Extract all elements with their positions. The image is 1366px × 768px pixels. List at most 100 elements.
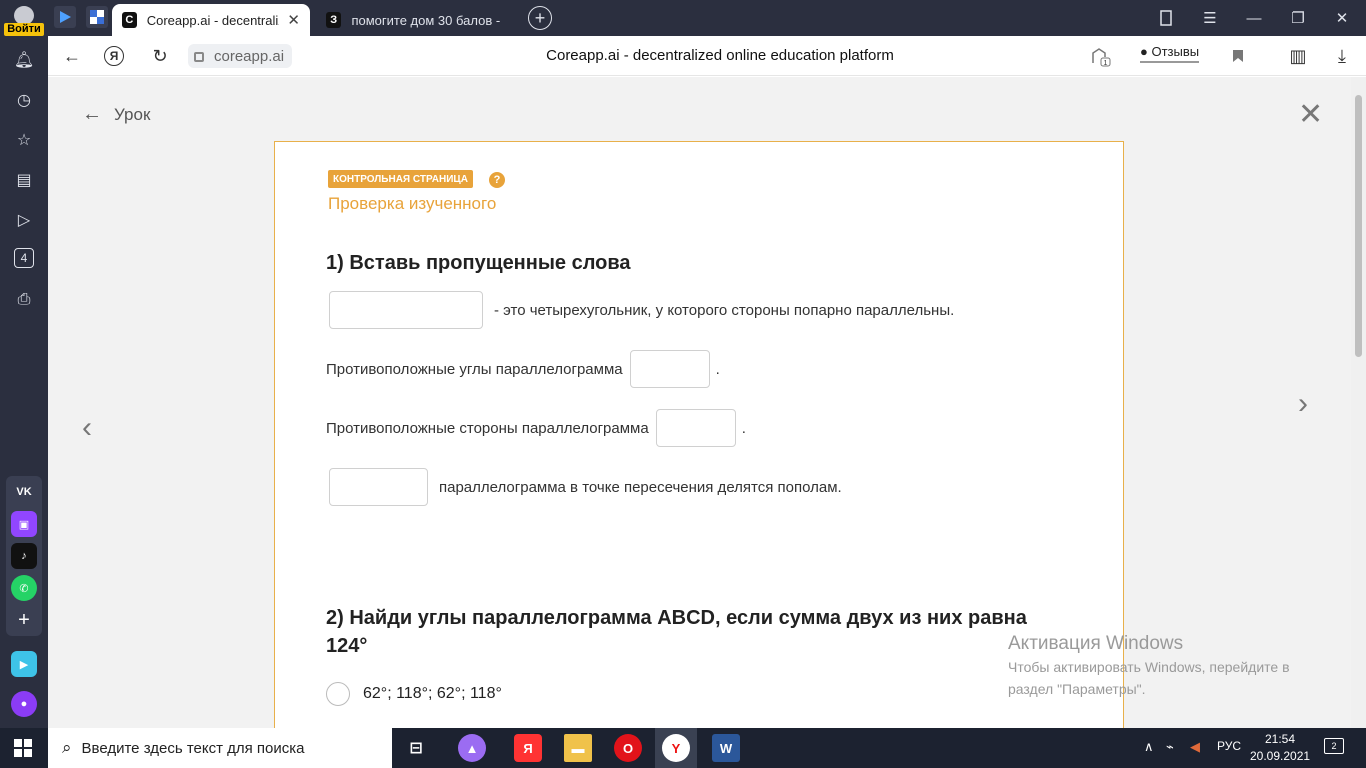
- bell-icon[interactable]: 🔔︎: [12, 48, 36, 72]
- address-bar: ← Я ↻ coreapp.ai Coreapp.ai - decentrali…: [48, 36, 1366, 76]
- screenshot-icon[interactable]: ⎙: [12, 288, 36, 312]
- vk-icon[interactable]: VK: [11, 479, 37, 505]
- q1-line-3: Противоположные стороны параллелограмма …: [326, 409, 746, 447]
- windows-activation-watermark: Активация Windows Чтобы активировать Win…: [1008, 633, 1290, 699]
- znanija-favicon-icon: З: [326, 12, 342, 28]
- notifications-icon[interactable]: 2: [1324, 738, 1344, 754]
- q2-option-1-radio[interactable]: [326, 682, 350, 706]
- reviews-label: Отзывы: [1151, 44, 1200, 59]
- q1-blank-2[interactable]: [629, 350, 710, 388]
- grid-icon: [90, 10, 104, 24]
- tabs-count-badge[interactable]: 4: [14, 248, 34, 268]
- add-app-icon[interactable]: +: [11, 607, 37, 633]
- tab-title: Coreapp.ai - decentraliz: [146, 12, 280, 28]
- search-icon: ⌕: [62, 738, 72, 757]
- windows-taskbar: ⌕ Введите здесь текст для поиска ⊟ ▲ Я ▬…: [0, 728, 1366, 768]
- watermark-heading: Активация Windows: [1008, 633, 1184, 654]
- clock-time: 21:54: [1264, 732, 1296, 746]
- coreapp-favicon-icon: C: [122, 12, 137, 28]
- tab-coreapp[interactable]: C Coreapp.ai - decentraliz ✕: [112, 4, 310, 36]
- windows-start-icon[interactable]: [14, 739, 32, 757]
- clock-date: 20.09.2021: [1250, 749, 1311, 763]
- q1-blank-3[interactable]: [655, 409, 736, 447]
- word-icon[interactable]: W: [712, 734, 740, 762]
- protect-badge: 1: [1104, 60, 1108, 67]
- back-arrow-icon: ←: [82, 103, 102, 125]
- login-button[interactable]: Войти: [4, 2, 44, 36]
- q1-blank-1[interactable]: [329, 291, 483, 329]
- browser-sidebar: 🔔︎ ◷ ☆ ▤ ▷ 4 ⎙ VK ▣ ♪ ✆ + ▶ ●: [0, 36, 48, 728]
- page-scrollbar[interactable]: [1351, 77, 1366, 728]
- clock[interactable]: 21:54 20.09.2021: [1250, 731, 1310, 765]
- q1-line-4: параллелограмма в точке пересечения деля…: [326, 468, 842, 506]
- question-2-title-line-2: 124°: [326, 635, 368, 657]
- menu-icon[interactable]: ☰: [1198, 6, 1222, 30]
- task-view-icon[interactable]: ⊟: [402, 734, 430, 762]
- play-icon: [60, 11, 71, 23]
- volume-icon[interactable]: ◀: [1190, 739, 1200, 755]
- pinned-tab-play[interactable]: [54, 6, 76, 28]
- q2-option-1-label[interactable]: 62°; 118°; 62°; 118°: [363, 685, 502, 703]
- watermark-line-2: раздел "Параметры".: [1008, 681, 1146, 697]
- help-icon[interactable]: ?: [489, 172, 505, 188]
- page-subtitle: Проверка изученного: [328, 194, 497, 213]
- q1-line-3-end: .: [741, 419, 746, 437]
- minimize-button[interactable]: —: [1242, 6, 1266, 30]
- messenger-icon[interactable]: ▶: [11, 651, 37, 677]
- tiktok-icon[interactable]: ♪: [11, 543, 37, 569]
- download-icon[interactable]: ⤓: [1330, 44, 1354, 68]
- language-indicator[interactable]: РУС: [1217, 739, 1241, 753]
- reviews-button[interactable]: ● Отзывы: [1140, 44, 1200, 63]
- network-icon[interactable]: ⌁: [1166, 739, 1174, 755]
- prev-page-icon[interactable]: ‹: [82, 411, 92, 445]
- watermark-line-1: Чтобы активировать Windows, перейдите в: [1008, 659, 1290, 675]
- back-label: Урок: [114, 104, 151, 124]
- yandex-browser-taskbar-icon[interactable]: Y: [662, 734, 690, 762]
- tab-title: помогите дом 30 балов -: [351, 12, 501, 28]
- pinned-tab-grid[interactable]: [86, 6, 108, 28]
- search-placeholder: Введите здесь текст для поиска: [81, 739, 305, 757]
- close-window-button[interactable]: ✕: [1330, 6, 1354, 30]
- q1-line-2-end: .: [715, 360, 720, 378]
- browser-tabbar: Войти C Coreapp.ai - decentraliz ✕ З пом…: [0, 0, 1366, 36]
- login-label: Войти: [4, 23, 44, 36]
- star-icon[interactable]: ☆: [12, 128, 36, 152]
- tab-close-icon[interactable]: ✕: [287, 11, 300, 29]
- protect-icon[interactable]: 1: [1088, 44, 1112, 68]
- tab-znanija[interactable]: З помогите дом 30 балов -: [316, 4, 516, 36]
- alice-icon[interactable]: ●: [11, 691, 37, 717]
- control-page-badge: КОНТРОЛЬНАЯ СТРАНИЦА: [328, 170, 473, 188]
- question-1-title: 1) Вставь пропущенные слова: [326, 252, 631, 274]
- history-icon[interactable]: ◷: [12, 88, 36, 112]
- twitch-icon[interactable]: ▣: [11, 511, 37, 537]
- taskbar-search[interactable]: ⌕ Введите здесь текст для поиска: [48, 728, 392, 768]
- video-icon[interactable]: ▷: [12, 208, 36, 232]
- next-page-icon[interactable]: ›: [1298, 387, 1308, 421]
- question-2-title-line-1: 2) Найди углы параллелограмма ABCD, если…: [326, 607, 1027, 629]
- restore-button[interactable]: ❐: [1286, 6, 1310, 30]
- collections-icon[interactable]: [1154, 6, 1178, 30]
- collections-toolbar-icon[interactable]: ▥: [1286, 44, 1310, 68]
- q1-line-2-text: Противоположные углы параллелограмма: [326, 360, 623, 378]
- q1-line-2: Противоположные углы параллелограмма .: [326, 350, 720, 388]
- alice-taskbar-icon[interactable]: ▲: [458, 734, 486, 762]
- question-2-title: 2) Найди углы параллелограмма ABCD, если…: [326, 604, 1027, 660]
- close-lesson-icon[interactable]: ✕: [1298, 100, 1323, 130]
- q1-line-1: - это четырехугольник, у которого сторон…: [326, 291, 954, 329]
- tray-chevron-icon[interactable]: ∧: [1144, 739, 1154, 755]
- file-explorer-icon[interactable]: ▬: [564, 734, 592, 762]
- scrollbar-thumb[interactable]: [1355, 95, 1362, 357]
- back-to-lesson-link[interactable]: ← Урок: [82, 103, 150, 126]
- q1-line-3-text: Противоположные стороны параллелограмма: [326, 419, 649, 437]
- yandex-taskbar-icon[interactable]: Я: [514, 734, 542, 762]
- q1-blank-4[interactable]: [329, 468, 428, 506]
- opera-icon[interactable]: O: [614, 734, 642, 762]
- new-tab-button[interactable]: +: [528, 6, 552, 30]
- q1-line-4-text: параллелограмма в точке пересечения деля…: [439, 478, 842, 496]
- lesson-card: КОНТРОЛЬНАЯ СТРАНИЦА ? Проверка изученно…: [274, 141, 1124, 728]
- bookmark-icon[interactable]: [1226, 44, 1250, 68]
- q1-line-1-text: - это четырехугольник, у которого сторон…: [494, 301, 955, 319]
- collections-sidebar-icon[interactable]: ▤: [12, 168, 36, 192]
- whatsapp-icon[interactable]: ✆: [11, 575, 37, 601]
- page-content: ← Урок ✕ ‹ › КОНТРОЛЬНАЯ СТРАНИЦА ? Пров…: [48, 77, 1351, 728]
